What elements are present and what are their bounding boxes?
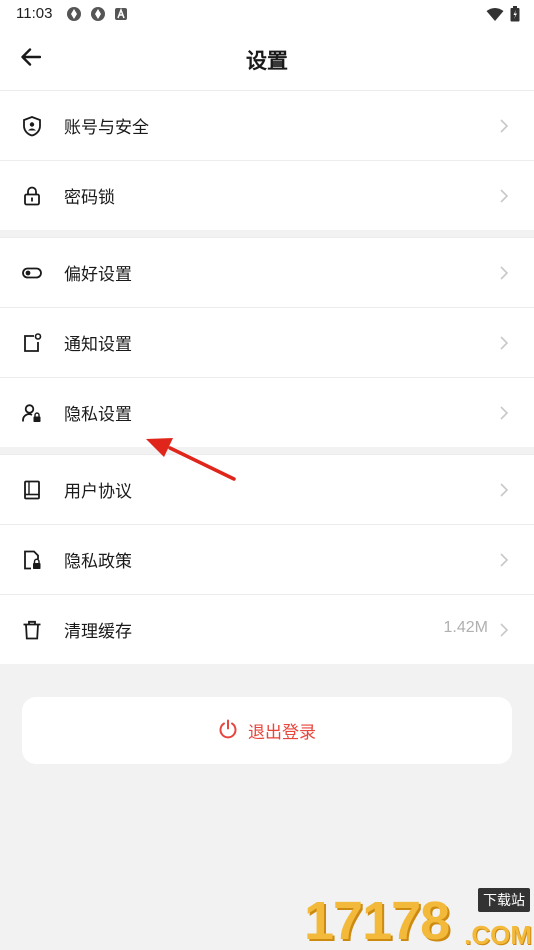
watermark: 17178 下载站 .COM (304, 888, 532, 950)
settings-item-privacy-policy[interactable]: 隐私政策 (0, 524, 534, 594)
settings-item-preferences[interactable]: 偏好设置 (0, 237, 534, 307)
settings-item-account-security[interactable]: 账号与安全 (0, 90, 534, 160)
logout-button[interactable]: 退出登录 (22, 697, 512, 764)
settings-item-label: 密码锁 (64, 188, 115, 208)
chevron-right-icon (498, 118, 510, 134)
settings-item-label: 隐私政策 (64, 552, 132, 572)
toggle-icon (21, 262, 43, 284)
user-lock-icon (21, 402, 43, 424)
chevron-right-icon (498, 405, 510, 421)
annotation-arrow (146, 438, 236, 481)
status-time: 11:03 (16, 5, 53, 22)
chevron-right-icon (498, 335, 510, 351)
sync-icon (90, 6, 106, 26)
settings-group-account: 账号与安全 密码锁 (0, 90, 534, 230)
settings-item-clear-cache[interactable]: 清理缓存 1.42M (0, 594, 534, 664)
settings-group-preferences: 偏好设置 通知设置 隐私设置 (0, 237, 534, 447)
trash-icon (21, 619, 43, 641)
settings-item-privacy-settings[interactable]: 隐私设置 (0, 377, 534, 447)
watermark-number: 17178 (304, 891, 450, 950)
book-icon (21, 479, 43, 501)
watermark-domain: .COM (464, 920, 532, 950)
battery-icon (510, 6, 520, 26)
chevron-right-icon (498, 482, 510, 498)
power-icon (218, 719, 238, 743)
status-bar: 11:03 (0, 0, 534, 28)
watermark-tag: 下载站 (478, 888, 530, 912)
sync-icon (66, 6, 82, 26)
chevron-right-icon (498, 265, 510, 281)
settings-item-password-lock[interactable]: 密码锁 (0, 160, 534, 230)
status-left-icons (66, 6, 128, 26)
logout-label: 退出登录 (248, 723, 316, 743)
settings-item-label: 账号与安全 (64, 118, 149, 138)
settings-item-label: 偏好设置 (64, 265, 132, 285)
chevron-right-icon (498, 188, 510, 204)
settings-item-label: 清理缓存 (64, 622, 132, 642)
cache-size-value: 1.42M (443, 619, 488, 636)
notification-icon (21, 332, 43, 354)
chevron-right-icon (498, 622, 510, 638)
status-right-icons (486, 6, 520, 26)
top-bar: 设置 (0, 28, 534, 90)
settings-item-notifications[interactable]: 通知设置 (0, 307, 534, 377)
settings-item-label: 隐私设置 (64, 405, 132, 425)
wifi-icon (486, 7, 504, 26)
page-title: 设置 (246, 49, 288, 73)
doc-lock-icon (21, 549, 43, 571)
settings-item-user-agreement[interactable]: 用户协议 (0, 454, 534, 524)
settings-item-label: 通知设置 (64, 335, 132, 355)
settings-group-legal: 用户协议 隐私政策 清理缓存 1.42M (0, 454, 534, 664)
settings-item-label: 用户协议 (64, 482, 132, 502)
shield-user-icon (21, 115, 43, 137)
font-a-icon (114, 6, 128, 26)
chevron-right-icon (498, 552, 510, 568)
lock-icon (21, 185, 43, 207)
